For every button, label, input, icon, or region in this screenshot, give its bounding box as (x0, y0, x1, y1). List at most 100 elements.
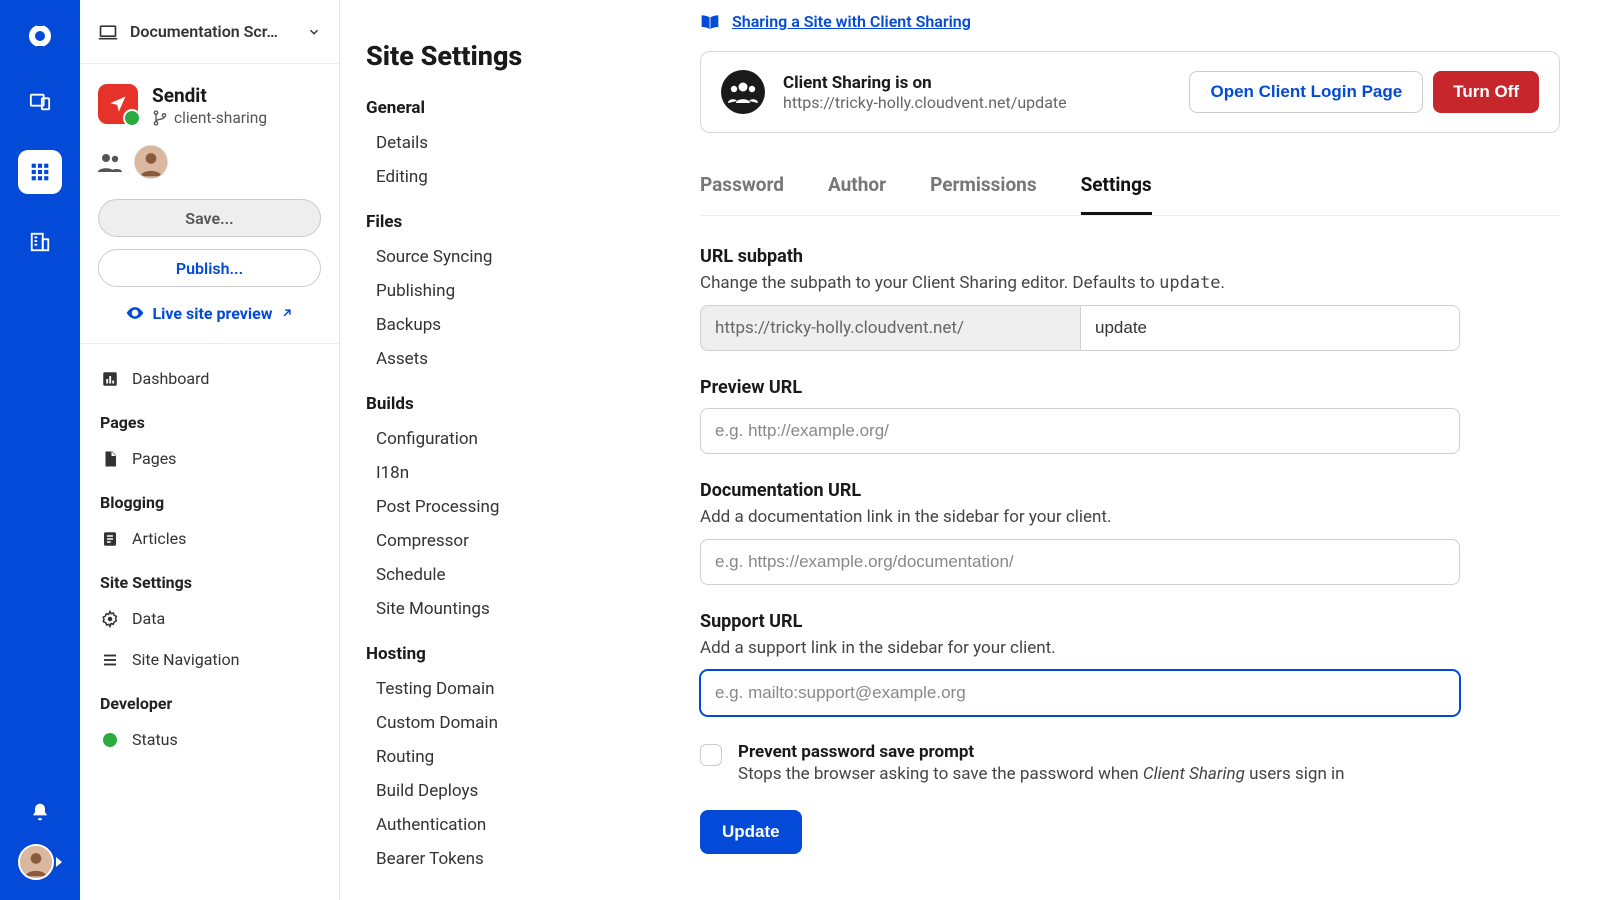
preview-url-label: Preview URL (700, 377, 1460, 398)
member-avatar (134, 145, 168, 179)
nav-status[interactable]: Status (80, 719, 339, 760)
settings-link[interactable]: Compressor (366, 524, 634, 558)
tab-password[interactable]: Password (700, 163, 784, 215)
checkbox-label: Prevent password save prompt (738, 742, 1345, 762)
settings-link[interactable]: Schedule (366, 558, 634, 592)
dashboard-icon (100, 370, 120, 388)
settings-link[interactable]: Editing (366, 160, 634, 194)
doc-url-input[interactable] (700, 539, 1460, 585)
rail-user-avatar[interactable] (18, 844, 62, 880)
nav-data[interactable]: Data (80, 598, 339, 639)
list-icon (100, 651, 120, 669)
settings-link[interactable]: Details (366, 126, 634, 160)
preview-url-input[interactable] (700, 408, 1460, 454)
site-sidebar: Documentation Scr… Sendit client-sharing (80, 0, 340, 900)
settings-group-heading: General (366, 98, 634, 118)
settings-link[interactable]: Source Syncing (366, 240, 634, 274)
update-button[interactable]: Update (700, 810, 802, 854)
notifications-icon[interactable] (18, 802, 62, 822)
card-title: Client Sharing is on (783, 73, 1067, 93)
tab-author[interactable]: Author (828, 163, 886, 215)
page-icon (100, 450, 120, 468)
branch-icon (152, 110, 168, 126)
settings-link[interactable]: Site Mountings (366, 592, 634, 626)
tab-permissions[interactable]: Permissions (930, 163, 1037, 215)
settings-link[interactable]: Backups (366, 308, 634, 342)
nav-heading-blogging: Blogging (80, 479, 339, 518)
app-rail (0, 0, 80, 900)
rail-org-icon[interactable] (18, 220, 62, 264)
checkbox-help: Stops the browser asking to save the pas… (738, 764, 1345, 784)
article-icon (100, 530, 120, 548)
members-icon (98, 152, 122, 172)
nav-label: Articles (132, 529, 186, 548)
publish-button[interactable]: Publish... (98, 249, 321, 287)
nav-label: Dashboard (132, 369, 209, 388)
nav-heading-settings: Site Settings (80, 559, 339, 598)
settings-link[interactable]: Authentication (366, 808, 634, 842)
settings-link[interactable]: Configuration (366, 422, 634, 456)
project-selector[interactable]: Documentation Scr… (80, 0, 339, 64)
nav-heading-pages: Pages (80, 399, 339, 438)
nav-label: Data (132, 609, 165, 628)
settings-link[interactable]: Publishing (366, 274, 634, 308)
tab-settings[interactable]: Settings (1081, 163, 1152, 215)
live-preview-label: Live site preview (153, 304, 273, 323)
url-subpath-input[interactable] (1080, 305, 1460, 351)
laptop-icon (98, 22, 118, 42)
settings-title: Site Settings (366, 40, 634, 72)
settings-link[interactable]: Custom Domain (366, 706, 634, 740)
gear-icon (100, 610, 120, 628)
nav-label: Status (132, 730, 178, 749)
settings-group-heading: Files (366, 212, 634, 232)
open-client-login-button[interactable]: Open Client Login Page (1189, 71, 1423, 113)
nav-heading-developer: Developer (80, 680, 339, 719)
group-icon (721, 70, 765, 114)
url-subpath-help: Change the subpath to your Client Sharin… (700, 273, 1460, 293)
turn-off-button[interactable]: Turn Off (1433, 71, 1539, 113)
project-name: Documentation Scr… (130, 22, 278, 41)
card-subtitle: https://tricky-holly.cloudvent.net/updat… (783, 93, 1067, 112)
brand-logo-icon (22, 18, 58, 54)
client-sharing-card: Client Sharing is on https://tricky-holl… (700, 51, 1560, 133)
nav-articles[interactable]: Articles (80, 518, 339, 559)
rail-apps-icon[interactable] (18, 150, 62, 194)
settings-link[interactable]: Bearer Tokens (366, 842, 634, 876)
nav-label: Site Navigation (132, 650, 240, 669)
support-url-input[interactable] (700, 670, 1460, 716)
main-content: Sharing a Site with Client Sharing Clien… (660, 0, 1600, 900)
branch-name: client-sharing (174, 109, 267, 127)
settings-link[interactable]: I18n (366, 456, 634, 490)
settings-link[interactable]: Assets (366, 342, 634, 376)
site-logo-icon (98, 84, 138, 124)
help-doc-link[interactable]: Sharing a Site with Client Sharing (732, 12, 971, 31)
url-subpath-label: URL subpath (700, 246, 1460, 267)
save-button[interactable]: Save... (98, 199, 321, 237)
external-link-icon (280, 306, 294, 320)
nav-dashboard[interactable]: Dashboard (80, 358, 339, 399)
doc-url-help: Add a documentation link in the sidebar … (700, 507, 1460, 527)
settings-link[interactable]: Post Processing (366, 490, 634, 524)
tabs: Password Author Permissions Settings (700, 163, 1560, 216)
doc-url-label: Documentation URL (700, 480, 1460, 501)
url-prefix: https://tricky-holly.cloudvent.net/ (700, 305, 1080, 351)
status-icon (100, 733, 120, 747)
site-members[interactable] (80, 131, 339, 199)
eye-icon (125, 303, 145, 323)
support-url-help: Add a support link in the sidebar for yo… (700, 638, 1460, 658)
live-preview-link[interactable]: Live site preview (80, 287, 339, 343)
settings-link[interactable]: Testing Domain (366, 672, 634, 706)
book-icon (700, 13, 720, 31)
settings-sidebar: Site Settings General DetailsEditing Files… (340, 0, 660, 900)
site-name: Sendit (152, 84, 267, 107)
settings-link[interactable]: Build Deploys (366, 774, 634, 808)
nav-site-navigation[interactable]: Site Navigation (80, 639, 339, 680)
settings-link[interactable]: Routing (366, 740, 634, 774)
rail-devices-icon[interactable] (18, 80, 62, 124)
settings-group-heading: Hosting (366, 644, 634, 664)
nav-pages[interactable]: Pages (80, 438, 339, 479)
nav-label: Pages (132, 449, 176, 468)
support-url-label: Support URL (700, 611, 1460, 632)
chevron-down-icon (307, 25, 321, 39)
prevent-password-checkbox[interactable] (700, 744, 722, 766)
